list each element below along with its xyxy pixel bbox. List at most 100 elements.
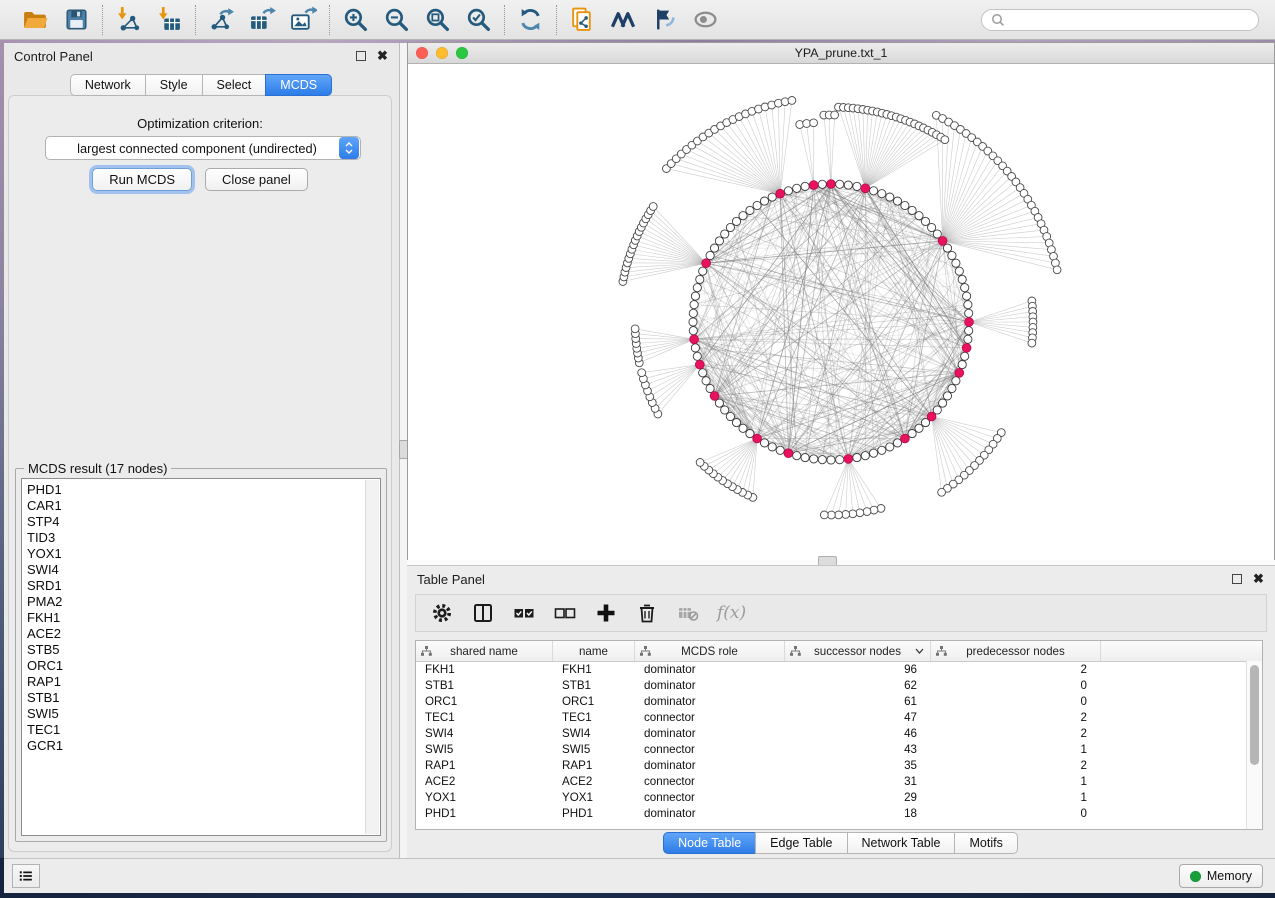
- network-node[interactable]: [739, 424, 747, 432]
- mcds-result-item[interactable]: SWI5: [27, 706, 380, 722]
- network-node[interactable]: [638, 369, 646, 377]
- tab-motifs[interactable]: Motifs: [954, 832, 1017, 854]
- network-node[interactable]: [828, 511, 836, 519]
- table-row[interactable]: ORC1ORC1dominator610: [416, 693, 1247, 709]
- network-node[interactable]: [801, 182, 809, 190]
- network-node[interactable]: [809, 181, 818, 190]
- network-node[interactable]: [753, 201, 761, 209]
- network-node[interactable]: [965, 327, 973, 335]
- network-window-titlebar[interactable]: YPA_prune.txt_1: [408, 43, 1274, 64]
- refresh-layout-button[interactable]: [517, 6, 544, 33]
- network-node[interactable]: [732, 419, 740, 427]
- import-network-button[interactable]: [115, 6, 142, 33]
- table-row[interactable]: STB1STB1dominator620: [416, 677, 1247, 693]
- network-node[interactable]: [768, 193, 776, 201]
- network-node[interactable]: [965, 318, 974, 327]
- mcds-result-item[interactable]: SWI4: [27, 562, 380, 578]
- mcds-result-item[interactable]: FKH1: [27, 610, 380, 626]
- deselect-all-columns-button[interactable]: [553, 601, 577, 625]
- network-node[interactable]: [702, 259, 711, 268]
- tab-style[interactable]: Style: [145, 74, 203, 96]
- network-node[interactable]: [693, 284, 701, 292]
- network-node[interactable]: [801, 454, 809, 462]
- column-header-successor-nodes[interactable]: successor nodes: [785, 641, 931, 661]
- network-node[interactable]: [965, 309, 973, 317]
- network-node[interactable]: [836, 180, 844, 188]
- network-node[interactable]: [901, 201, 909, 209]
- network-node[interactable]: [699, 369, 707, 377]
- network-node[interactable]: [689, 327, 697, 335]
- mcds-result-item[interactable]: PMA2: [27, 594, 380, 610]
- hide-selected-button[interactable]: [651, 6, 678, 33]
- tab-edge-table[interactable]: Edge Table: [755, 832, 847, 854]
- column-header-shared-name[interactable]: shared name: [416, 641, 553, 661]
- network-node[interactable]: [726, 223, 734, 231]
- tab-network[interactable]: Network: [70, 74, 146, 96]
- new-network-from-selection-button[interactable]: [569, 6, 596, 33]
- network-node[interactable]: [877, 505, 885, 513]
- network-node[interactable]: [941, 136, 949, 144]
- network-node[interactable]: [710, 392, 719, 401]
- network-canvas[interactable]: [408, 64, 1274, 560]
- network-node[interactable]: [964, 335, 972, 343]
- network-node[interactable]: [788, 97, 796, 105]
- network-node[interactable]: [818, 456, 826, 464]
- task-history-button[interactable]: [12, 864, 40, 888]
- open-file-button[interactable]: [22, 6, 49, 33]
- export-table-button[interactable]: [249, 6, 276, 33]
- network-node[interactable]: [952, 259, 960, 267]
- network-node[interactable]: [901, 434, 910, 443]
- optimization-criterion-select[interactable]: largest connected component (undirected): [45, 136, 361, 160]
- zoom-selected-button[interactable]: [465, 6, 492, 33]
- network-node[interactable]: [784, 187, 792, 195]
- network-node[interactable]: [853, 454, 861, 462]
- network-node[interactable]: [793, 452, 801, 460]
- network-node[interactable]: [768, 443, 776, 451]
- network-node[interactable]: [963, 292, 971, 300]
- network-node[interactable]: [689, 318, 697, 326]
- network-node[interactable]: [955, 368, 964, 377]
- table-row[interactable]: ACE2ACE2connector311: [416, 773, 1247, 789]
- tab-select[interactable]: Select: [202, 74, 267, 96]
- network-node[interactable]: [908, 206, 916, 214]
- network-node[interactable]: [938, 488, 946, 496]
- network-node[interactable]: [1053, 266, 1061, 274]
- network-node[interactable]: [696, 459, 704, 467]
- table-row[interactable]: TEC1TEC1connector472: [416, 709, 1247, 725]
- network-node[interactable]: [870, 506, 878, 514]
- network-node[interactable]: [921, 217, 929, 225]
- network-node[interactable]: [818, 180, 826, 188]
- mcds-result-item[interactable]: YOX1: [27, 546, 380, 562]
- network-node[interactable]: [943, 392, 951, 400]
- network-node[interactable]: [699, 267, 707, 275]
- show-columns-button[interactable]: [471, 601, 495, 625]
- mcds-result-item[interactable]: TEC1: [27, 722, 380, 738]
- network-node[interactable]: [870, 449, 878, 457]
- mcds-result-item[interactable]: ORC1: [27, 658, 380, 674]
- mcds-result-item[interactable]: SRD1: [27, 578, 380, 594]
- control-panel-float-button[interactable]: [354, 50, 367, 63]
- zoom-fit-button[interactable]: [424, 6, 451, 33]
- mcds-result-item[interactable]: PHD1: [27, 482, 380, 498]
- network-node[interactable]: [948, 251, 956, 259]
- network-node[interactable]: [820, 511, 828, 519]
- network-node[interactable]: [863, 508, 871, 516]
- close-panel-button[interactable]: Close panel: [205, 168, 308, 191]
- export-network-button[interactable]: [208, 6, 235, 33]
- network-node[interactable]: [928, 223, 936, 231]
- network-node[interactable]: [961, 352, 969, 360]
- network-node[interactable]: [856, 509, 864, 517]
- delete-table-button[interactable]: [676, 601, 700, 625]
- network-node[interactable]: [784, 449, 793, 458]
- control-panel-close-button[interactable]: ✖: [376, 50, 389, 63]
- network-node[interactable]: [693, 352, 701, 360]
- network-node[interactable]: [870, 187, 878, 195]
- network-node[interactable]: [927, 412, 936, 421]
- table-scrollbar[interactable]: [1246, 661, 1262, 829]
- network-node[interactable]: [690, 335, 699, 344]
- save-session-button[interactable]: [63, 6, 90, 33]
- column-header-name[interactable]: name: [553, 641, 635, 661]
- network-node[interactable]: [691, 344, 699, 352]
- network-node[interactable]: [842, 511, 850, 519]
- column-header-MCDS-role[interactable]: MCDS role: [635, 641, 785, 661]
